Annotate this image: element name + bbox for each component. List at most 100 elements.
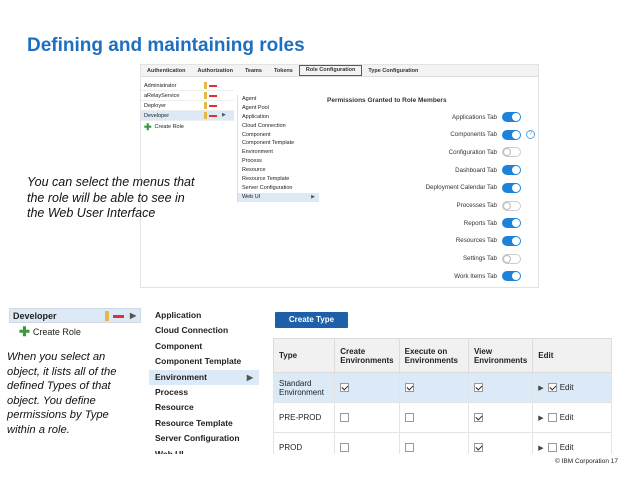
create-role-link[interactable]: ✚ Create Role	[141, 121, 234, 132]
types-list: Agent Agent Pool Application Cloud Connecti…	[237, 95, 319, 202]
pencil-icon[interactable]	[204, 102, 207, 109]
create-checkbox[interactable]	[340, 413, 350, 423]
type-item[interactable]: Resource Template	[149, 416, 259, 431]
type-item[interactable]: Application	[149, 308, 259, 323]
edit-checkbox[interactable]	[547, 442, 557, 452]
permission-toggle[interactable]	[502, 218, 521, 229]
type-item[interactable]: Process	[238, 157, 319, 166]
view-cell	[467, 432, 534, 454]
permission-row: Resources Tab	[321, 234, 521, 248]
role-item-developer[interactable]: Developer ▶	[141, 111, 234, 121]
type-item[interactable]: Component	[149, 339, 259, 354]
type-item[interactable]: Server Configuration	[149, 431, 259, 446]
toggle-knob	[512, 166, 520, 175]
type-item[interactable]: Environment	[238, 148, 319, 157]
delete-icon[interactable]	[209, 85, 217, 87]
permission-toggle[interactable]	[502, 129, 521, 140]
edit-checkbox[interactable]	[547, 382, 557, 392]
expand-arrow-icon[interactable]: ▶	[538, 415, 543, 422]
view-checkbox[interactable]	[473, 443, 483, 453]
permission-toggle[interactable]	[502, 182, 521, 193]
table-row[interactable]: Standard Environment ▶ Edit	[272, 372, 612, 403]
permission-toggle[interactable]	[502, 235, 521, 246]
view-checkbox[interactable]	[473, 413, 483, 423]
help-icon[interactable]: ?	[526, 130, 535, 140]
type-item[interactable]: Resource	[149, 400, 259, 415]
pencil-icon[interactable]	[204, 82, 207, 89]
type-item[interactable]: Server Configuration	[238, 184, 319, 193]
footer-copyright: © IBM Corporation 17	[555, 458, 618, 465]
toggle-knob	[512, 219, 520, 228]
type-label: Web UI	[242, 193, 261, 200]
type-item[interactable]: Component Template	[149, 354, 259, 369]
type-label: Agent Pool	[242, 104, 269, 111]
type-item[interactable]: Application	[238, 113, 319, 122]
tab-type-configuration[interactable]: Type Configuration	[362, 65, 424, 77]
type-item[interactable]: Environment ▶	[149, 369, 259, 385]
create-checkbox[interactable]	[340, 383, 350, 393]
permission-toggle[interactable]	[502, 200, 521, 211]
execute-checkbox[interactable]	[404, 413, 414, 423]
role-item-developer[interactable]: Developer ▶	[9, 308, 141, 323]
tab-authentication[interactable]: Authentication	[141, 65, 192, 77]
type-item[interactable]: Agent Pool	[238, 104, 319, 113]
type-label: Environment	[242, 149, 273, 156]
edit-checkbox[interactable]	[547, 412, 557, 422]
type-label: Server Configuration	[155, 433, 240, 444]
view-checkbox[interactable]	[473, 383, 483, 393]
tab-teams[interactable]: Teams	[239, 65, 268, 77]
role-item-administrator[interactable]: Administrator	[141, 81, 234, 91]
type-label: Cloud Connection	[155, 325, 229, 336]
delete-icon[interactable]	[209, 115, 217, 117]
table-row[interactable]: PRE-PROD ▶ Edit	[272, 402, 612, 433]
type-item[interactable]: Cloud Connection	[238, 122, 319, 131]
permission-label: Applications Tab	[452, 113, 497, 121]
type-item[interactable]: Process	[149, 385, 259, 400]
permission-row: Settings Tab	[321, 252, 521, 266]
type-item[interactable]: Cloud Connection	[149, 323, 259, 338]
expand-arrow-icon[interactable]: ▶	[538, 445, 543, 452]
role-item-deployer[interactable]: Deployer	[141, 101, 234, 111]
execute-checkbox[interactable]	[404, 383, 414, 393]
tab-tokens[interactable]: Tokens	[268, 65, 299, 77]
type-item[interactable]: Component	[238, 131, 319, 140]
permission-label: Reports Tab	[463, 219, 497, 227]
create-type-button[interactable]: Create Type	[275, 312, 348, 328]
type-item[interactable]: Resource	[238, 166, 319, 175]
chevron-right-icon: ▶	[130, 311, 137, 320]
permission-toggle[interactable]	[502, 271, 521, 282]
permission-label: Processes Tab	[456, 202, 497, 209]
type-item[interactable]: Agent	[238, 95, 319, 104]
type-item[interactable]: Web UI ▶	[238, 192, 319, 202]
pencil-icon[interactable]	[204, 92, 207, 99]
pencil-icon[interactable]	[105, 311, 109, 321]
permission-toggle[interactable]	[502, 147, 521, 158]
permission-toggle[interactable]	[502, 253, 521, 264]
expand-arrow-icon[interactable]: ▶	[538, 385, 543, 392]
create-checkbox[interactable]	[340, 443, 350, 453]
permission-toggle[interactable]	[502, 112, 521, 122]
table-row[interactable]: PROD ▶ Edit	[272, 432, 612, 454]
delete-icon[interactable]	[209, 95, 217, 97]
table-header-cell: Edit	[532, 338, 612, 373]
chevron-right-icon: ▶	[311, 193, 315, 200]
permission-toggle[interactable]	[502, 165, 521, 176]
create-role-link[interactable]: ✚ Create Role	[9, 323, 141, 341]
type-label: Resource	[242, 167, 266, 174]
toggle-knob	[503, 201, 511, 210]
tab-authorization[interactable]: Authorization	[192, 65, 239, 77]
type-item[interactable]: Component Template	[238, 139, 319, 148]
execute-cell	[398, 372, 469, 403]
type-item[interactable]: Web UI	[149, 447, 259, 454]
top-tab-bar: Authentication Authorization Teams Tokens Ro…	[141, 65, 538, 77]
tab-role-configuration[interactable]: Role Configuration	[298, 65, 363, 76]
type-item[interactable]: Resource Template	[238, 175, 319, 184]
pencil-icon[interactable]	[204, 112, 207, 119]
role-item-arelayservice[interactable]: aRelayService	[141, 91, 234, 101]
execute-cell	[398, 432, 469, 454]
delete-icon[interactable]	[113, 315, 124, 318]
table-header-cell: Create Environments	[334, 338, 400, 373]
execute-checkbox[interactable]	[404, 443, 414, 453]
delete-icon[interactable]	[209, 105, 217, 107]
role-configuration-screenshot: Authentication Authorization Teams Tokens Ro…	[140, 64, 539, 288]
